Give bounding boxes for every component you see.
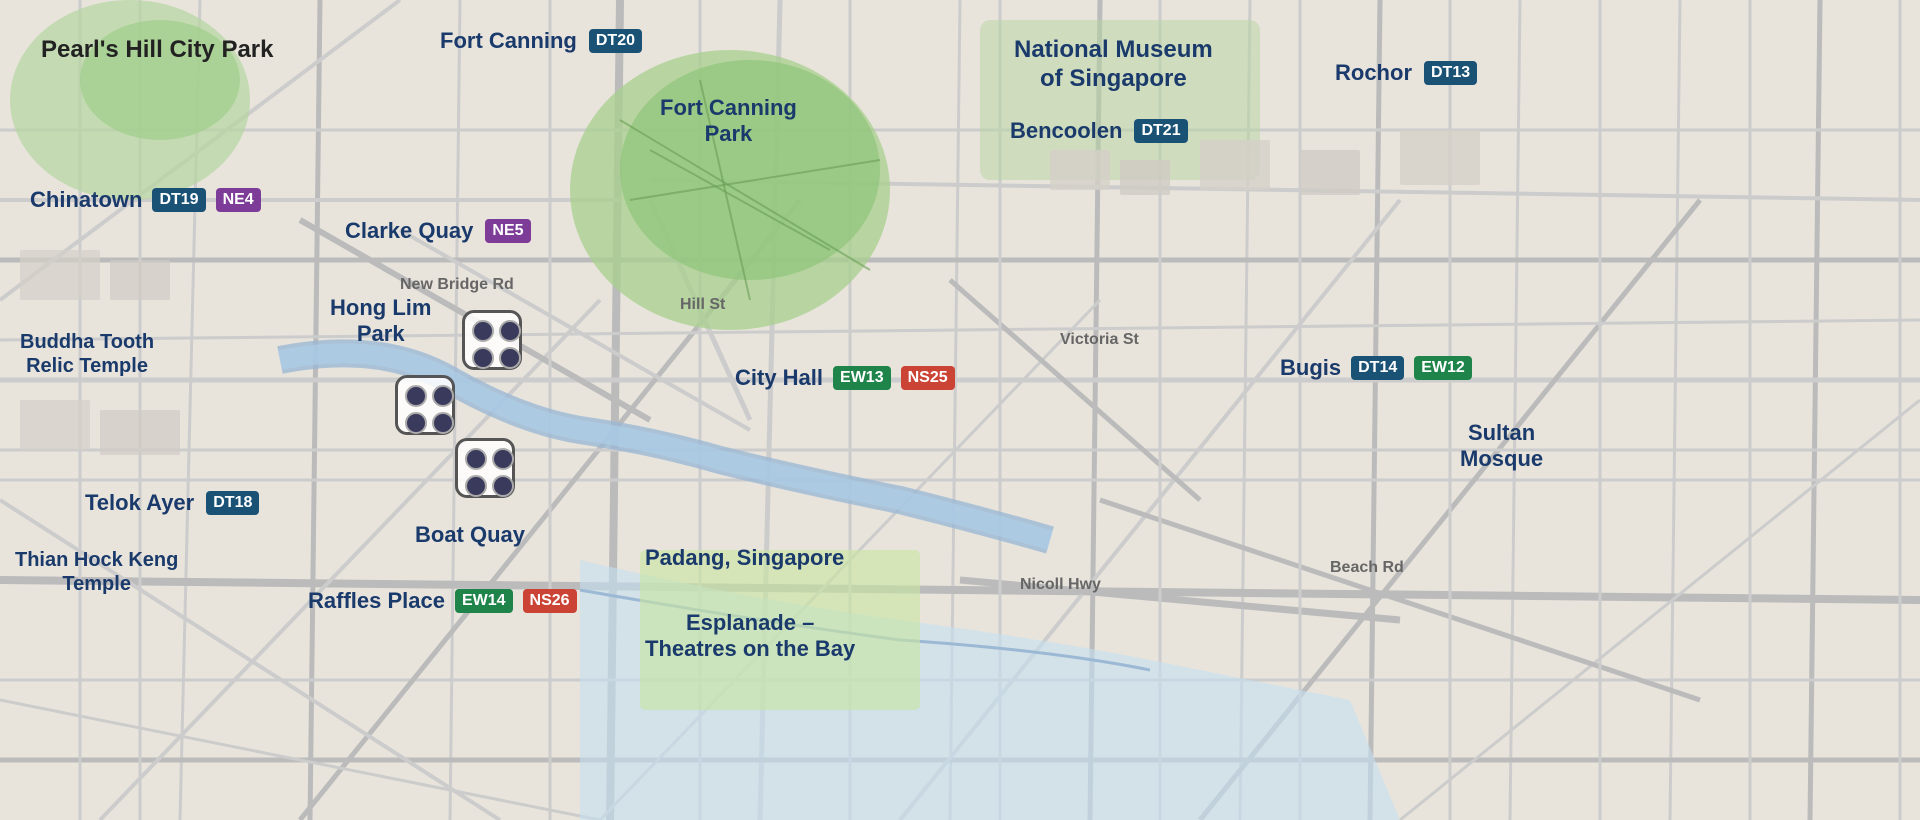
mrt-dot xyxy=(472,320,494,342)
mrt-icon-2 xyxy=(395,375,455,435)
mrt-dot xyxy=(499,347,521,369)
mrt-icon-1 xyxy=(462,310,522,370)
mrt-dot xyxy=(465,475,487,497)
mrt-dot xyxy=(492,448,514,470)
mrt-dot xyxy=(499,320,521,342)
mrt-dot xyxy=(405,385,427,407)
mrt-dot xyxy=(472,347,494,369)
map-background xyxy=(0,0,1920,820)
mrt-dot xyxy=(492,475,514,497)
mrt-icon-3 xyxy=(455,438,515,498)
mrt-dot xyxy=(432,412,454,434)
map-container: Pearl's Hill City Park National Museumof… xyxy=(0,0,1920,820)
mrt-dot xyxy=(405,412,427,434)
mrt-dot xyxy=(432,385,454,407)
mrt-dot xyxy=(465,448,487,470)
